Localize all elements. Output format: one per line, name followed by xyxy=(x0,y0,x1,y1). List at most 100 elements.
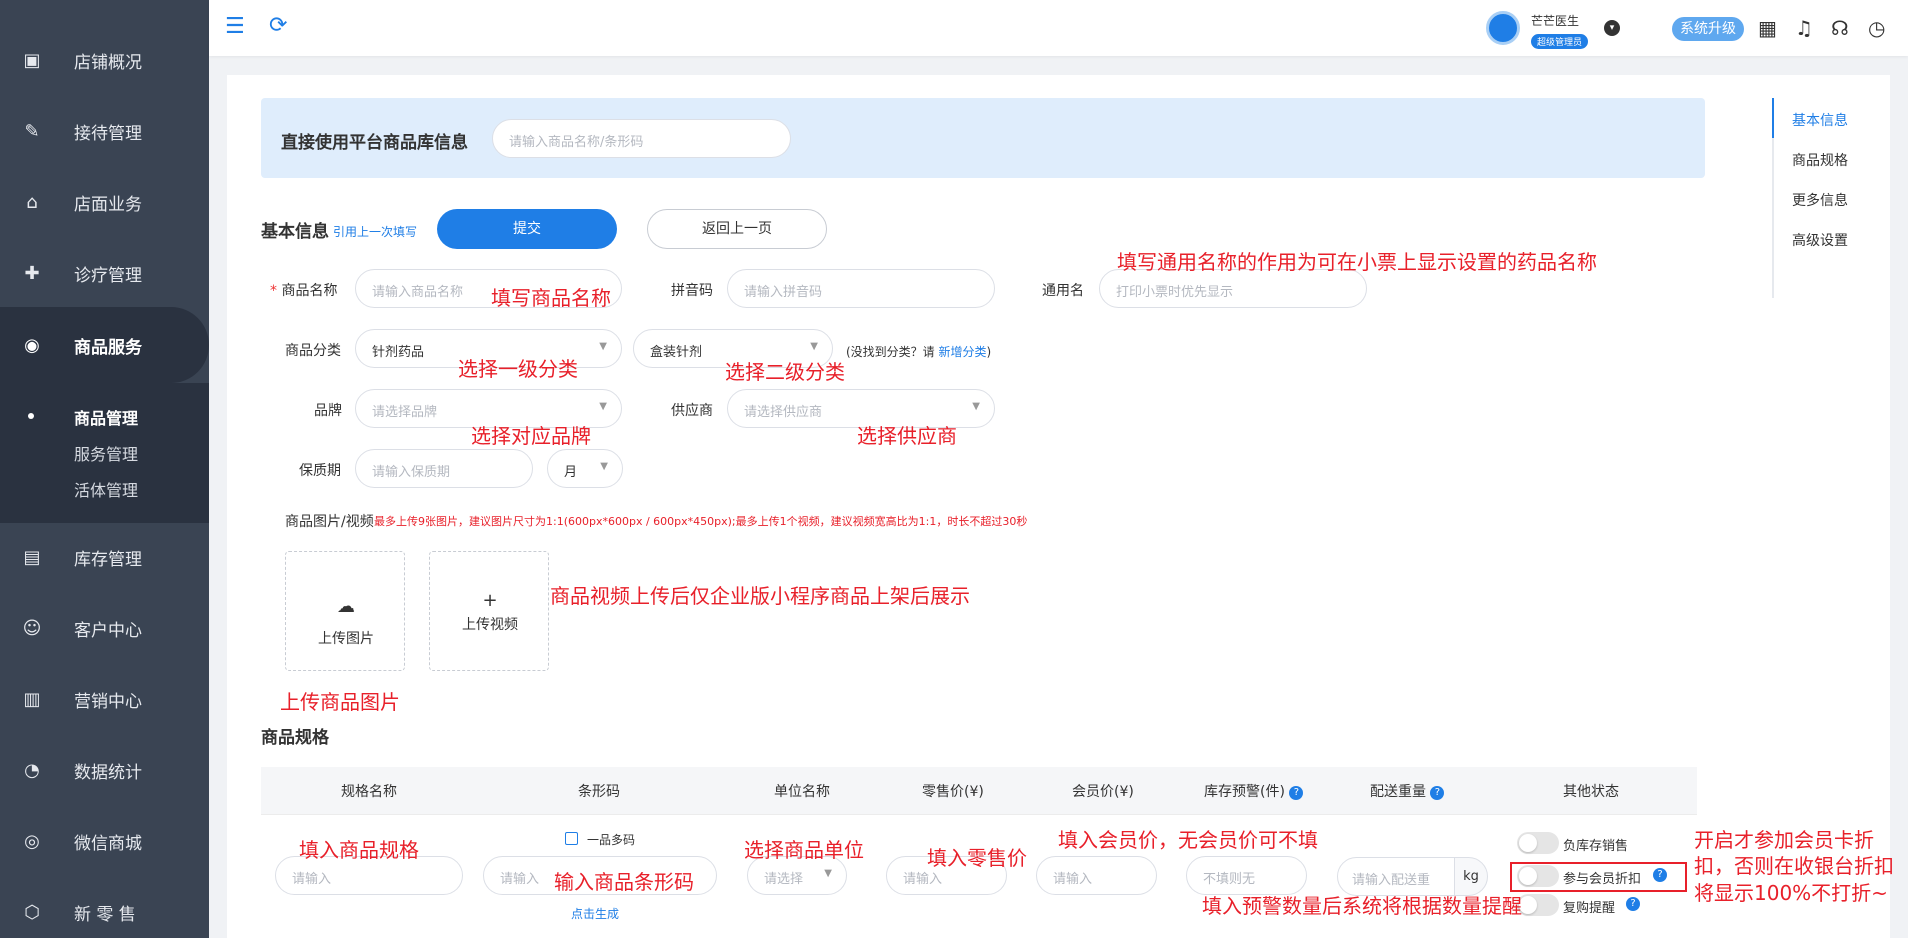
th-unit: 单位名称 xyxy=(774,784,830,800)
anchor-advanced[interactable]: 高级设置 xyxy=(1792,230,1848,250)
sidebar-item-reception[interactable]: ✎ 接待管理 xyxy=(0,101,209,161)
name-label: * 商品名称 xyxy=(270,283,338,299)
avatar[interactable] xyxy=(1486,11,1520,45)
sidebar: ▣ 店铺概况 ✎ 接待管理 ⌂ 店面业务 ✚ 诊疗管理 ◉ 商品服务 商品管理 … xyxy=(0,0,209,938)
help-icon[interactable]: ? xyxy=(1430,786,1445,800)
th-barcode: 条形码 xyxy=(578,784,620,800)
upload-image-box[interactable]: ☁ 上传图片 xyxy=(285,551,405,671)
sidebar-subitem-live-manage[interactable]: 活体管理 xyxy=(74,477,138,501)
pinyin-label: 拼音码 xyxy=(671,283,713,299)
negative-stock-toggle[interactable] xyxy=(1517,832,1559,854)
calendar-icon[interactable]: ▦ xyxy=(1758,16,1777,40)
sidebar-item-medical[interactable]: ✚ 诊疗管理 xyxy=(0,243,209,303)
dashboard-icon[interactable]: ◷ xyxy=(1868,16,1885,40)
sidebar-item-marketing[interactable]: ▥ 营销中心 xyxy=(0,669,209,729)
submit-button[interactable]: 提交 xyxy=(437,209,617,249)
brand-label: 品牌 xyxy=(314,403,342,419)
th-spec-name: 规格名称 xyxy=(341,784,397,800)
caret-down-icon: ▼ xyxy=(824,868,832,879)
sidebar-item-label: 诊疗管理 xyxy=(74,265,142,286)
menu-icon[interactable]: ☰ xyxy=(225,14,245,39)
multi-code-checkbox[interactable] xyxy=(565,832,578,845)
platform-library-bar xyxy=(261,98,1705,178)
bell-icon[interactable]: ♫ xyxy=(1795,16,1813,40)
media-label: 商品图片/视频 xyxy=(285,514,374,530)
th-other-status: 其他状态 xyxy=(1563,784,1619,800)
shelf-life-label: 保质期 xyxy=(299,463,341,479)
sidebar-item-label: 客户中心 xyxy=(74,620,142,641)
sidebar-item-label: 店铺概况 xyxy=(74,52,142,73)
sidebar-item-label: 商品服务 xyxy=(74,337,142,358)
anchor-spec[interactable]: 商品规格 xyxy=(1792,150,1848,170)
user-name: 芒芒医生 xyxy=(1531,14,1580,28)
help-icon[interactable]: ? xyxy=(1289,786,1304,800)
customer-icon: ☺ xyxy=(22,617,42,639)
sidebar-item-wechat-mall[interactable]: ◎ 微信商城 xyxy=(0,811,209,871)
medical-icon: ✚ xyxy=(24,262,40,284)
multi-code-label: 一品多码 xyxy=(587,833,636,847)
sidebar-item-inventory[interactable]: ▤ 库存管理 xyxy=(0,527,209,587)
platform-library-search-input[interactable]: 请输入商品名称/条形码 xyxy=(492,119,791,158)
anno-member: 填入会员价，无会员价可不填 xyxy=(1058,828,1318,852)
sidebar-item-label: 数据统计 xyxy=(74,762,142,783)
anno-unit: 选择商品单位 xyxy=(744,838,864,862)
th-weight: 配送重量 ? xyxy=(1370,781,1445,801)
spec-title: 商品规格 xyxy=(261,728,329,748)
anchor-more-info[interactable]: 更多信息 xyxy=(1792,190,1848,210)
caret-down-icon: ▼ xyxy=(810,341,818,352)
inventory-icon: ▤ xyxy=(23,546,41,568)
anchor-basic-info[interactable]: 基本信息 xyxy=(1792,110,1848,130)
sidebar-item-label: 店面业务 xyxy=(74,194,142,215)
sidebar-item-customer[interactable]: ☺ 客户中心 xyxy=(0,598,209,658)
sidebar-item-label: 库存管理 xyxy=(74,549,142,570)
new-retail-icon: ⬡ xyxy=(24,901,40,923)
anno-barcode: 输入商品条形码 xyxy=(554,870,694,894)
anchor-active-indicator xyxy=(1772,98,1774,138)
sidebar-item-stats[interactable]: ◔ 数据统计 xyxy=(0,740,209,800)
active-dot xyxy=(28,413,34,419)
category-hint: (没找到分类？请 新增分类) xyxy=(846,345,992,359)
shelf-life-input[interactable]: 请输入保质期 xyxy=(355,449,533,488)
sidebar-item-label: 营销中心 xyxy=(74,691,142,712)
headset-icon[interactable]: ☊ xyxy=(1831,16,1849,40)
sidebar-item-new-retail[interactable]: ⬡ 新 零 售 xyxy=(0,882,209,938)
sidebar-item-store-overview[interactable]: ▣ 店铺概况 xyxy=(0,30,209,90)
refresh-icon[interactable]: ⟳ xyxy=(269,13,287,38)
shelf-life-unit-select[interactable]: 月 ▼ xyxy=(547,449,623,488)
reception-icon: ✎ xyxy=(24,120,40,142)
pinyin-input[interactable]: 请输入拼音码 xyxy=(727,269,995,308)
member-price-input[interactable]: 请输入 xyxy=(1036,856,1157,895)
upgrade-button[interactable]: 系统升级 xyxy=(1672,17,1744,41)
chevron-down-icon[interactable]: ▾ xyxy=(1604,20,1620,36)
help-icon[interactable]: ? xyxy=(1626,897,1640,911)
cloud-upload-icon: ☁ xyxy=(337,596,355,617)
negative-stock-label: 负库存销售 xyxy=(1563,839,1629,854)
sidebar-item-label: 新 零 售 xyxy=(74,904,136,925)
repurchase-toggle[interactable] xyxy=(1517,894,1559,916)
supplier-label: 供应商 xyxy=(671,403,713,419)
sidebar-item-label: 接待管理 xyxy=(74,123,142,144)
anno-supplier: 选择供应商 xyxy=(857,424,957,448)
sidebar-item-store-business[interactable]: ⌂ 店面业务 xyxy=(0,172,209,232)
stats-icon: ◔ xyxy=(24,759,40,781)
sidebar-subitem-goods-manage[interactable]: 商品管理 xyxy=(74,405,138,429)
add-category-link[interactable]: 新增分类 xyxy=(939,345,987,359)
generate-barcode-link[interactable]: 点击生成 xyxy=(571,905,619,922)
category-label: 商品分类 xyxy=(285,343,341,359)
reuse-last-link[interactable]: 引用上一次填写 xyxy=(333,223,417,240)
caret-down-icon: ▼ xyxy=(599,341,607,352)
sidebar-subitem-service-manage[interactable]: 服务管理 xyxy=(74,441,138,465)
store-business-icon: ⌂ xyxy=(26,191,38,213)
goods-service-icon: ◉ xyxy=(24,334,40,356)
repurchase-label: 复购提醒 xyxy=(1563,901,1616,916)
store-overview-icon: ▣ xyxy=(23,49,41,71)
anno-video: 商品视频上传后仅企业版小程序商品上架后展示 xyxy=(550,584,970,608)
anno-cat1: 选择一级分类 xyxy=(458,357,578,381)
sidebar-item-goods-service[interactable]: ◉ 商品服务 xyxy=(0,315,209,375)
marketing-icon: ▥ xyxy=(23,688,41,710)
th-retail: 零售价(¥) xyxy=(922,784,984,800)
back-button[interactable]: 返回上一页 xyxy=(647,209,827,249)
anno-member-discount-1: 开启才参加会员卡折 xyxy=(1694,828,1874,852)
upload-video-box[interactable]: + 上传视频 xyxy=(429,551,549,671)
platform-library-title: 直接使用平台商品库信息 xyxy=(281,133,468,153)
